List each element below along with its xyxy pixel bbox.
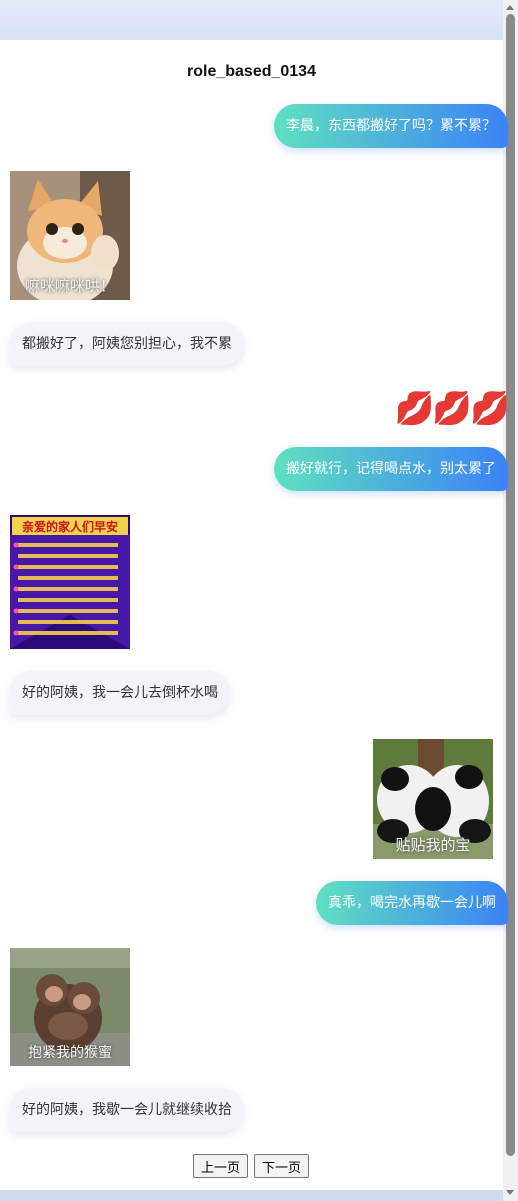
- greeting-card-sticker: 亲爱的家人们早安: [10, 515, 130, 649]
- message-bubble-received: 都搬好了，阿姨您别担心，我不累: [10, 322, 244, 366]
- message-bubble-received: 好的阿姨，我歇一会儿就继续收拾: [10, 1088, 244, 1132]
- pandas-hugging-sticker: 贴贴我的宝: [373, 739, 493, 859]
- sticker-caption: 贴贴我的宝: [395, 836, 471, 854]
- previous-page-button[interactable]: 上一页: [193, 1154, 249, 1178]
- bottom-bar: [0, 1190, 518, 1201]
- message-bubble-sent: 真乖，喝完水再歇一会儿啊: [316, 881, 508, 925]
- message-bubble-sent: 搬好就行，记得喝点水，别太累了: [274, 447, 508, 491]
- greeting-card-title: 亲爱的家人们早安: [21, 520, 118, 534]
- message-bubble-received: 好的阿姨，我一会儿去倒杯水喝: [10, 671, 230, 715]
- monkeys-hugging-sticker: 抱紧我的猴蜜: [10, 948, 130, 1066]
- next-page-button[interactable]: 下一页: [254, 1154, 310, 1178]
- scroll-down-arrow-icon[interactable]: [506, 1190, 514, 1195]
- message-bubble-sent: 李晨，东西都搬好了吗？累不累？: [274, 104, 508, 148]
- scrollbar-thumb[interactable]: [506, 14, 515, 1156]
- scroll-up-arrow-icon[interactable]: [506, 5, 514, 10]
- sticker-caption: 抱紧我的猴蜜: [28, 1045, 112, 1061]
- sticker-caption: 嘛咪嘛咪哄！: [24, 277, 115, 295]
- greeting-card-image: [10, 515, 130, 649]
- kiss-lips-emoji: 💋💋💋: [394, 389, 510, 427]
- page-title: role_based_0134: [187, 63, 316, 80]
- kitten-sticker: 嘛咪嘛咪哄！: [10, 171, 130, 300]
- top-bar: [0, 0, 503, 40]
